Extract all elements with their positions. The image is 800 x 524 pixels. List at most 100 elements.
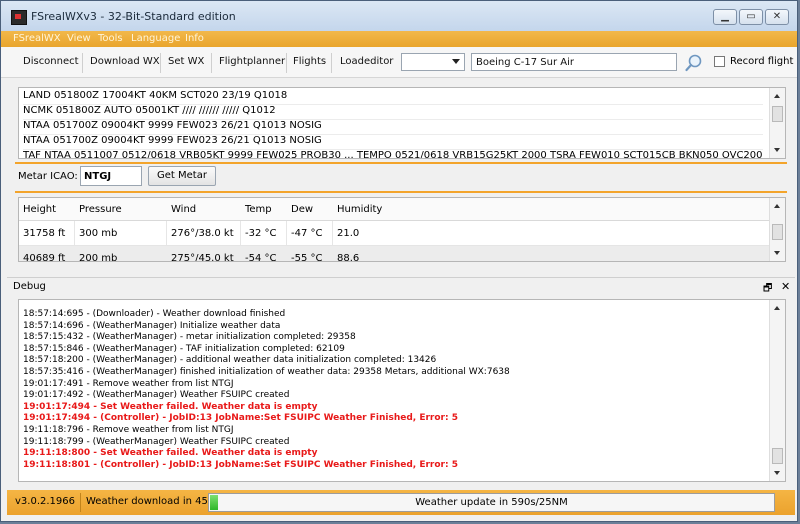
disconnect-button[interactable]: Disconnect	[23, 56, 79, 67]
toolbar: Disconnect Download WX Set WX Flightplan…	[1, 47, 797, 78]
toolbar-separator	[82, 53, 83, 73]
log-line-error: 19:01:17:494 - (Controller) - JobID:13 J…	[23, 413, 458, 424]
log-line: 18:57:18:200 - (WeatherManager) - additi…	[23, 355, 437, 366]
minimize-button[interactable]: ▁	[713, 9, 737, 25]
scroll-thumb[interactable]	[772, 448, 783, 464]
column-header[interactable]: Humidity	[337, 204, 382, 215]
status-separator	[80, 493, 81, 512]
metar-icao-input[interactable]: NTGJ	[80, 166, 142, 186]
column-header[interactable]: Temp	[245, 204, 272, 215]
column-header[interactable]: Pressure	[79, 204, 122, 215]
scroll-down-icon[interactable]	[774, 471, 780, 475]
log-line-error: 19:11:18:800 - Set Weather failed. Weath…	[23, 448, 318, 459]
metar-list[interactable]: LAND 051800Z 17004KT 40KM SCT020 23/19 Q…	[18, 87, 786, 159]
download-wx-button[interactable]: Download WX	[90, 56, 160, 67]
debug-log[interactable]: 18:57:14:695 - (Downloader) - Weather do…	[18, 299, 786, 482]
get-metar-button[interactable]: Get Metar	[148, 166, 216, 186]
aircraft-input[interactable]: Boeing C-17 Sur Air	[471, 53, 677, 71]
download-status: Weather download in 45s	[86, 496, 214, 507]
main-window: FSrealWXv3 - 32-Bit-Standard edition ▁ ▭…	[0, 0, 798, 522]
scroll-thumb[interactable]	[772, 224, 783, 240]
metar-scrollbar[interactable]	[769, 88, 785, 158]
debug-title: Debug	[13, 281, 46, 292]
scroll-up-icon[interactable]	[774, 204, 780, 208]
table-cell: 21.0	[337, 228, 360, 239]
column-header[interactable]: Height	[23, 204, 56, 215]
scroll-up-icon[interactable]	[774, 306, 780, 310]
window-title: FSrealWXv3 - 32-Bit-Standard edition	[31, 10, 236, 23]
toolbar-separator	[160, 53, 161, 73]
scroll-down-icon[interactable]	[774, 251, 780, 255]
log-line: 18:57:15:432 - (WeatherManager) - metar …	[23, 332, 356, 343]
close-icon[interactable]: ✕	[781, 280, 790, 293]
maximize-button[interactable]: ▭	[739, 9, 763, 25]
list-item[interactable]: LAND 051800Z 17004KT 40KM SCT020 23/19 Q…	[23, 90, 763, 105]
progress-text: Weather update in 590s/25NM	[415, 497, 568, 508]
table-cell: -47 °C	[291, 228, 323, 239]
list-item[interactable]: NCMK 051800Z AUTO 05001KT //// ////// //…	[23, 105, 763, 120]
minimize-icon: ▁	[721, 11, 729, 22]
table-cell: 276°/38.0 kt	[171, 228, 234, 239]
float-icon[interactable]: 🗗	[763, 281, 772, 298]
search-icon[interactable]	[684, 53, 704, 73]
table-cell: -32 °C	[245, 228, 277, 239]
app-icon	[11, 10, 27, 25]
table-cell: 200 mb	[79, 253, 118, 262]
flightplanner-button[interactable]: Flightplanner	[219, 56, 285, 67]
table-cell: -55 °C	[291, 253, 323, 262]
toolbar-separator	[286, 53, 287, 73]
log-line-error: 19:01:17:494 - Set Weather failed. Weath…	[23, 401, 318, 412]
log-line: 18:57:15:846 - (WeatherManager) - TAF in…	[23, 343, 345, 354]
chevron-down-icon	[452, 59, 460, 64]
menu-language[interactable]: Language	[131, 33, 180, 44]
update-progress: Weather update in 590s/25NM	[208, 493, 775, 512]
table-cell: 31758 ft	[23, 228, 66, 239]
log-line: 19:01:17:491 - Remove weather from list …	[23, 378, 234, 389]
menu-bar: FSrealWX View Tools Language Info	[1, 31, 797, 47]
debug-scrollbar[interactable]	[769, 300, 785, 481]
column-divider	[166, 221, 167, 245]
table-header: Height Pressure Wind Temp Dew Humidity	[19, 198, 771, 221]
metar-icao-label: Metar ICAO:	[18, 171, 78, 182]
divider	[15, 191, 787, 193]
list-item[interactable]: NTAA 051700Z 09004KT 9999 FEW023 26/21 Q…	[23, 120, 763, 135]
log-line: 18:57:14:696 - (WeatherManager) Initiali…	[23, 320, 281, 331]
list-item[interactable]: TAF NTAA 0511007 0512/0618 VRB05KT 9999 …	[23, 150, 763, 158]
column-header[interactable]: Wind	[171, 204, 196, 215]
weather-table: Height Pressure Wind Temp Dew Humidity 3…	[18, 197, 786, 262]
record-flight-checkbox[interactable]	[714, 56, 725, 67]
menu-info[interactable]: Info	[185, 33, 204, 44]
title-bar: FSrealWXv3 - 32-Bit-Standard edition ▁ ▭…	[1, 1, 797, 31]
column-divider	[332, 221, 333, 245]
log-line: 19:11:18:796 - Remove weather from list …	[23, 425, 234, 435]
scroll-thumb[interactable]	[772, 106, 783, 122]
scroll-up-icon[interactable]	[774, 94, 780, 98]
table-cell: 275°/45.0 kt	[171, 253, 234, 262]
scroll-down-icon[interactable]	[774, 148, 780, 152]
maximize-icon: ▭	[746, 11, 756, 22]
divider	[15, 162, 787, 164]
table-row[interactable]: 40689 ft 200 mb 275°/45.0 kt -54 °C -55 …	[19, 246, 771, 262]
log-line: 19:01:17:492 - (WeatherManager) Weather …	[23, 390, 290, 401]
column-divider	[240, 221, 241, 245]
table-cell: -54 °C	[245, 253, 277, 262]
airport-combo[interactable]	[401, 53, 465, 71]
log-line-error: 19:11:18:801 - (Controller) - JobID:13 J…	[23, 459, 458, 470]
loadeditor-button[interactable]: Loadeditor	[340, 56, 393, 67]
column-divider	[286, 221, 287, 245]
set-wx-button[interactable]: Set WX	[168, 56, 204, 67]
record-flight-label: Record flight	[730, 56, 794, 67]
close-x-icon: ✕	[772, 11, 782, 22]
column-header[interactable]: Dew	[291, 204, 313, 215]
menu-fsrealwx[interactable]: FSrealWX	[13, 33, 61, 44]
close-button[interactable]: ✕	[765, 9, 789, 25]
list-item[interactable]: NTAA 051700Z 09004KT 9999 FEW023 26/21 Q…	[23, 135, 763, 150]
menu-view[interactable]: View	[67, 33, 91, 44]
menu-tools[interactable]: Tools	[98, 33, 123, 44]
table-row[interactable]: 31758 ft 300 mb 276°/38.0 kt -32 °C -47 …	[19, 221, 771, 246]
flights-button[interactable]: Flights	[293, 56, 326, 67]
log-line: 18:57:35:416 - (WeatherManager) finished…	[23, 367, 510, 377]
table-scrollbar[interactable]	[769, 198, 785, 261]
debug-panel-header: Debug 🗗 ✕	[7, 277, 795, 296]
toolbar-separator	[211, 53, 212, 73]
